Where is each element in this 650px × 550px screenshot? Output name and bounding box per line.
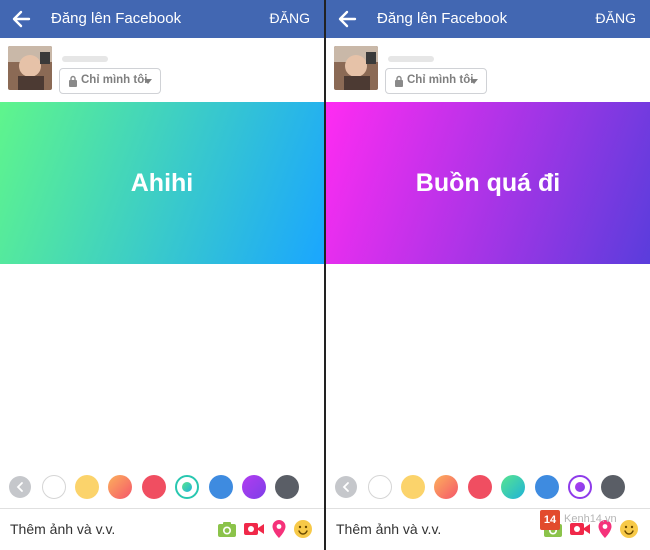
selected-indicator — [575, 482, 585, 492]
caret-down-icon — [144, 79, 152, 84]
chevron-left-icon — [16, 482, 23, 492]
status-text[interactable]: Buồn quá đi — [416, 169, 560, 198]
status-text[interactable]: Ahihi — [131, 169, 194, 198]
location-pin-icon[interactable] — [269, 519, 289, 539]
color-swatch-yellow[interactable] — [401, 475, 425, 499]
lock-icon — [69, 75, 77, 87]
color-swatch-yellow[interactable] — [75, 475, 99, 499]
post-button[interactable]: ĐĂNG — [596, 10, 636, 26]
color-swatch-purple-gradient[interactable] — [568, 475, 592, 499]
avatar — [8, 46, 52, 90]
selected-indicator — [182, 482, 192, 492]
app-bar-title: Đăng lên Facebook — [51, 10, 182, 27]
username-redacted — [62, 56, 108, 62]
add-media-label[interactable]: Thêm ảnh và v.v. — [10, 521, 115, 537]
color-picker — [0, 474, 324, 502]
post-button[interactable]: ĐĂNG — [270, 10, 310, 26]
color-swatch-dark-gray[interactable] — [601, 475, 625, 499]
back-arrow-icon[interactable] — [336, 8, 358, 30]
color-swatch-blue[interactable] — [209, 475, 233, 499]
add-media-label[interactable]: Thêm ảnh và v.v. — [336, 521, 441, 537]
app-bar: Đăng lên Facebook ĐĂNG — [0, 0, 324, 38]
avatar — [334, 46, 378, 90]
color-swatch-orange-gradient[interactable] — [108, 475, 132, 499]
color-swatch-blue[interactable] — [535, 475, 559, 499]
camera-icon[interactable] — [217, 519, 237, 539]
app-bar-title: Đăng lên Facebook — [377, 10, 508, 27]
composer-panel-right: Đăng lên Facebook ĐĂNG Chỉ mình tôi Buồn… — [326, 0, 650, 550]
privacy-selector[interactable]: Chỉ mình tôi — [59, 68, 161, 94]
color-swatch-white[interactable] — [368, 475, 392, 499]
collapse-colors-button[interactable] — [335, 476, 357, 498]
status-background-banner[interactable]: Ahihi — [0, 102, 324, 264]
user-row: Chỉ mình tôi — [326, 38, 650, 102]
back-arrow-icon[interactable] — [10, 8, 32, 30]
color-swatch-purple-gradient[interactable] — [242, 475, 266, 499]
status-background-banner[interactable]: Buồn quá đi — [326, 102, 650, 264]
watermark-text: Kenh14.vn — [564, 513, 617, 525]
color-swatch-orange-gradient[interactable] — [434, 475, 458, 499]
user-row: Chỉ mình tôi — [0, 38, 324, 102]
video-camera-icon[interactable] — [243, 519, 265, 539]
color-swatch-dark-gray[interactable] — [275, 475, 299, 499]
color-swatch-teal-gradient[interactable] — [501, 475, 525, 499]
username-redacted — [388, 56, 434, 62]
collapse-colors-button[interactable] — [9, 476, 31, 498]
color-picker — [326, 474, 650, 502]
color-swatch-red[interactable] — [142, 475, 166, 499]
lock-icon — [395, 75, 403, 87]
smiley-icon[interactable] — [619, 519, 639, 539]
app-bar: Đăng lên Facebook ĐĂNG — [326, 0, 650, 38]
color-swatch-red[interactable] — [468, 475, 492, 499]
composer-panel-left: Đăng lên Facebook ĐĂNG Chỉ mình tôi Ahih… — [0, 0, 324, 550]
chevron-left-icon — [342, 482, 349, 492]
color-swatch-teal-gradient[interactable] — [175, 475, 199, 499]
privacy-label: Chỉ mình tôi — [407, 74, 474, 86]
privacy-selector[interactable]: Chỉ mình tôi — [385, 68, 487, 94]
color-swatch-white[interactable] — [42, 475, 66, 499]
caret-down-icon — [470, 79, 478, 84]
bottom-toolbar: Thêm ảnh và v.v. — [0, 508, 324, 550]
watermark-badge: 14 — [540, 510, 560, 530]
privacy-label: Chỉ mình tôi — [81, 74, 148, 86]
smiley-icon[interactable] — [293, 519, 313, 539]
